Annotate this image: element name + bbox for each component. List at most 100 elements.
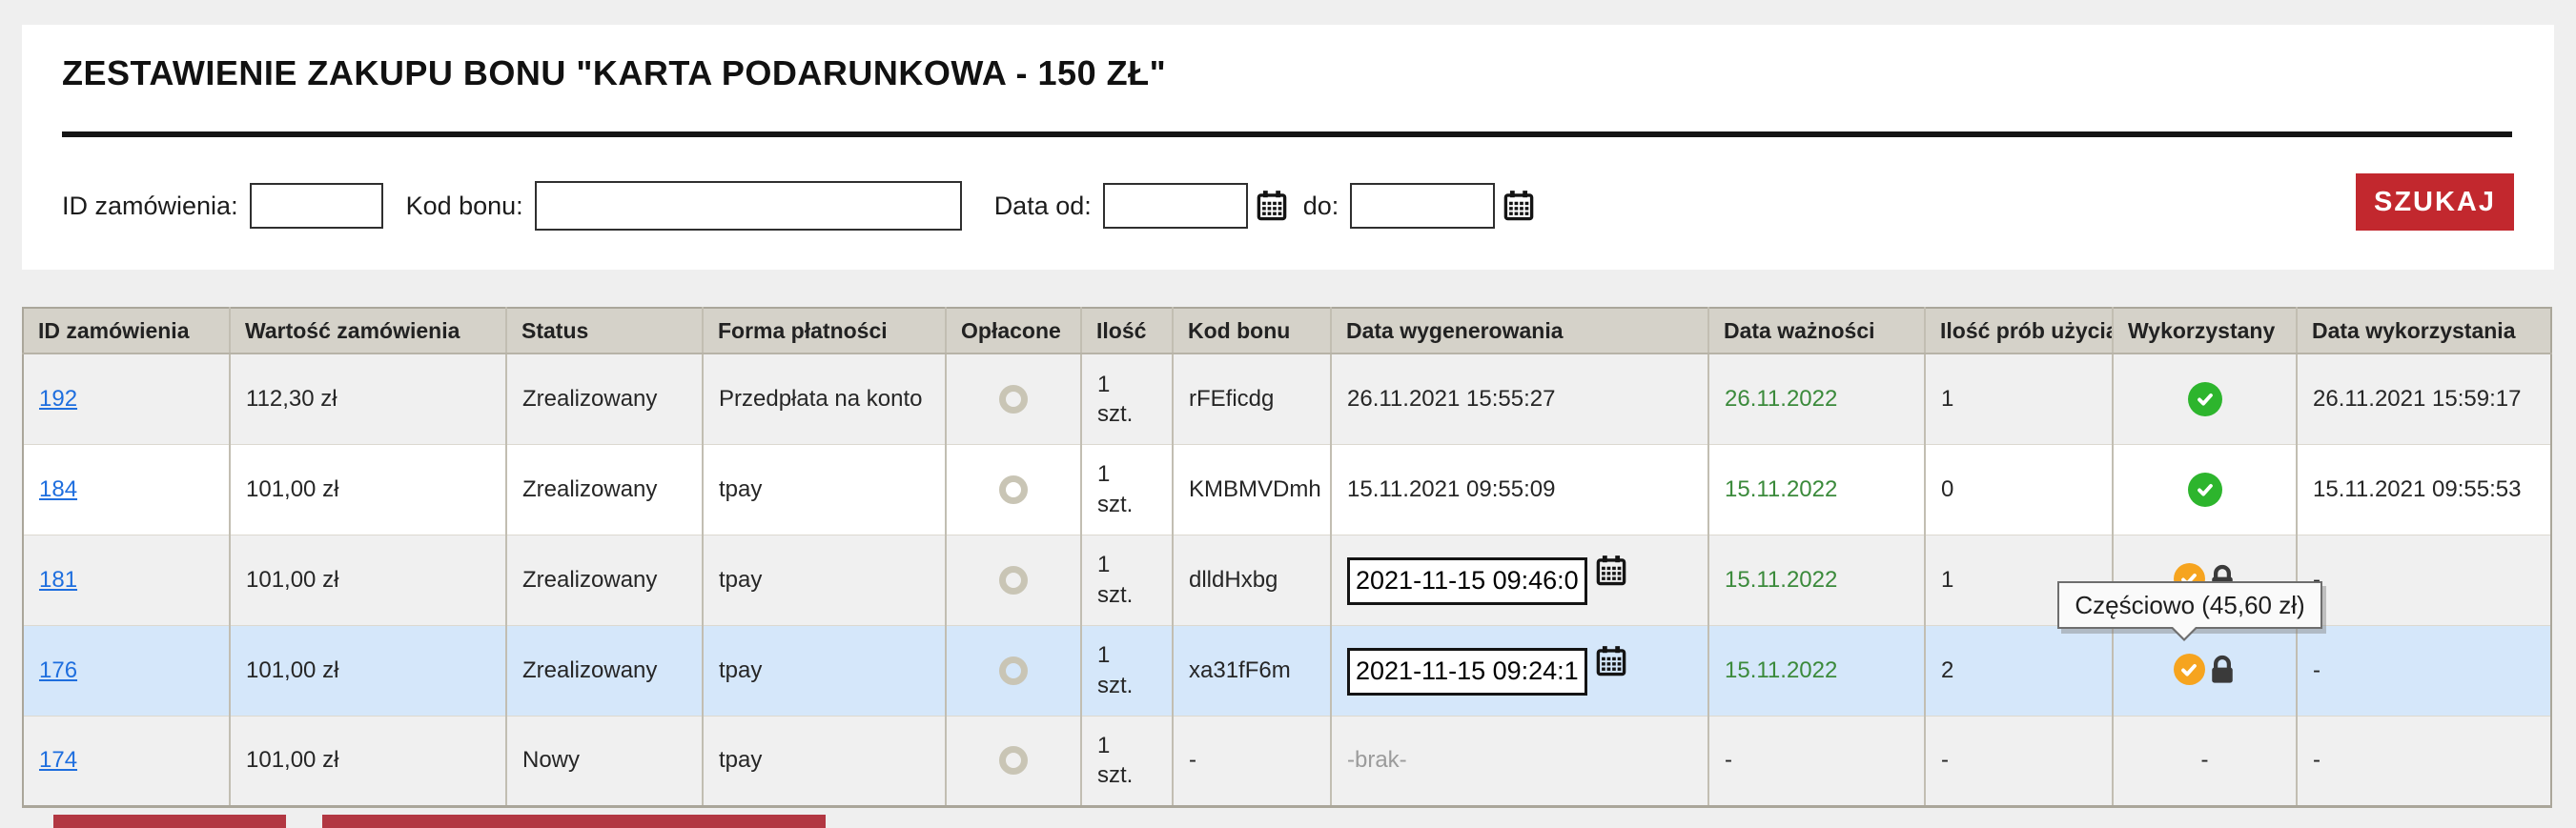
cell-used-date: 15.11.2021 09:55:53 (2296, 443, 2551, 535)
cell-generated-date: 15.11.2021 09:55:09 (1330, 443, 1708, 535)
column-header: ID zamówienia (23, 308, 230, 354)
cell-voucher-code: dlldHxbg (1172, 534, 1331, 625)
cell-paid (945, 353, 1081, 444)
cell-used-date: - (2296, 534, 2551, 625)
calendar-icon-glyph (1504, 191, 1534, 221)
cell-order-id: 174 (23, 715, 230, 806)
generated-date-input[interactable] (1347, 647, 1587, 696)
column-header: Data wykorzystania (2296, 308, 2551, 354)
cell-paid (945, 534, 1081, 625)
page-title: ZESTAWIENIE ZAKUPU BONU "KARTA PODARUNKO… (62, 53, 1167, 92)
order-id-link[interactable]: 192 (39, 386, 77, 412)
orders-table-body: 192 112,30 zł Zrealizowany Przedpłata na… (23, 353, 2551, 806)
title-underline (62, 131, 2512, 137)
cell-usage-attempts: 1 (1924, 353, 2113, 444)
filter-bar: ID zamówienia: Kod bonu: Data od: do: (62, 175, 2335, 236)
cell-valid-until: 15.11.2022 (1707, 624, 1925, 716)
partial-usage-tooltip: Częściowo (45,60 zł) (2057, 581, 2322, 641)
column-header: Opłacone (945, 308, 1081, 354)
bottom-cutoff-button-1[interactable] (53, 815, 286, 828)
cell-usage-attempts: 2 (1924, 624, 2113, 716)
cell-usage-attempts: 0 (1924, 443, 2113, 535)
cell-quantity: 1 szt. (1080, 443, 1173, 535)
cell-order-id: 181 (23, 534, 230, 625)
cell-order-id: 192 (23, 353, 230, 444)
cell-order-value: 101,00 zł (229, 443, 506, 535)
cell-order-value: 112,30 zł (229, 353, 506, 444)
date-from-label: Data od: (993, 191, 1092, 220)
generated-date: 26.11.2021 15:55:27 (1347, 385, 1556, 412)
column-header: Data wygenerowania (1330, 308, 1708, 354)
unpaid-circle-icon (999, 475, 1028, 504)
cell-order-id: 184 (23, 443, 230, 535)
order-id-link[interactable]: 184 (39, 476, 77, 502)
cell-usage-attempts: - (1924, 715, 2113, 806)
cell-payment-method: tpay (702, 715, 946, 806)
calendar-icon-glyph (1596, 555, 1626, 586)
cell-used-status (2112, 624, 2297, 716)
summary-panel: ZESTAWIENIE ZAKUPU BONU "KARTA PODARUNKO… (22, 25, 2554, 270)
column-header: Ilość prób użycia (1924, 308, 2113, 354)
cell-used-date: - (2296, 624, 2551, 716)
cell-order-value: 101,00 zł (229, 534, 506, 625)
calendar-icon[interactable] (1595, 555, 1627, 587)
calendar-icon-glyph (1257, 191, 1287, 221)
column-header: Ilość (1080, 308, 1173, 354)
date-from-input[interactable] (1102, 183, 1248, 229)
cell-generated-date (1330, 624, 1708, 716)
cell-payment-method: Przedpłata na konto (702, 353, 946, 444)
column-header: Wykorzystany (2112, 308, 2297, 354)
order-id-input[interactable] (249, 183, 383, 229)
cell-valid-until: 26.11.2022 (1707, 353, 1925, 444)
generated-date-empty: -brak- (1347, 747, 1407, 773)
table-row: 192 112,30 zł Zrealizowany Przedpłata na… (23, 353, 2551, 444)
cell-status: Zrealizowany (505, 443, 703, 535)
cell-status: Nowy (505, 715, 703, 806)
calendar-icon[interactable] (1503, 190, 1535, 222)
unpaid-circle-icon (999, 565, 1028, 595)
voucher-code-input[interactable] (534, 181, 962, 231)
cell-voucher-code: rFEficdg (1172, 353, 1331, 444)
orders-table: ID zamówienia Wartość zamówienia Status For… (22, 307, 2552, 808)
bottom-cutoff-button-2[interactable] (322, 815, 826, 828)
cell-used-date: - (2296, 715, 2551, 806)
table-row: 184 101,00 zł Zrealizowany tpay 1 szt. K… (23, 443, 2551, 535)
order-id-link[interactable]: 181 (39, 567, 77, 593)
cell-used-status (2112, 353, 2297, 444)
cell-paid (945, 624, 1081, 716)
voucher-code-label: Kod bonu: (405, 191, 523, 220)
calendar-icon[interactable] (1595, 645, 1627, 677)
cell-generated-date (1330, 534, 1708, 625)
cell-generated-date: -brak- (1330, 715, 1708, 806)
search-button[interactable]: SZUKAJ (2356, 173, 2514, 231)
column-header: Forma płatności (702, 308, 946, 354)
generated-date: 15.11.2021 09:55:09 (1347, 475, 1556, 502)
cell-order-id: 176 (23, 624, 230, 716)
column-header: Kod bonu (1172, 308, 1331, 354)
cell-quantity: 1 szt. (1080, 534, 1173, 625)
cell-payment-method: tpay (702, 443, 946, 535)
orders-table-wrap: ID zamówienia Wartość zamówienia Status For… (22, 307, 2552, 808)
cell-quantity: 1 szt. (1080, 624, 1173, 716)
calendar-icon[interactable] (1256, 190, 1288, 222)
tooltip-text: Częściowo (45,60 zł) (2075, 590, 2305, 619)
cell-valid-until: - (1707, 715, 1925, 806)
column-header: Data ważności (1707, 308, 1925, 354)
cell-order-value: 101,00 zł (229, 715, 506, 806)
cell-payment-method: tpay (702, 534, 946, 625)
calendar-icon-glyph (1596, 646, 1626, 677)
partial-check-icon (2173, 654, 2205, 686)
order-id-link[interactable]: 174 (39, 747, 77, 773)
cell-status: Zrealizowany (505, 353, 703, 444)
cell-valid-until: 15.11.2022 (1707, 443, 1925, 535)
cell-paid (945, 715, 1081, 806)
partially-used-indicator[interactable] (2173, 654, 2237, 686)
date-to-input[interactable] (1350, 183, 1496, 229)
column-header: Status (505, 308, 703, 354)
unpaid-circle-icon (999, 384, 1028, 414)
cell-status: Zrealizowany (505, 534, 703, 625)
order-id-label: ID zamówienia: (62, 191, 238, 220)
generated-date-input[interactable] (1347, 556, 1587, 605)
order-id-link[interactable]: 176 (39, 657, 77, 683)
cell-voucher-code: KMBMVDmh (1172, 443, 1331, 535)
